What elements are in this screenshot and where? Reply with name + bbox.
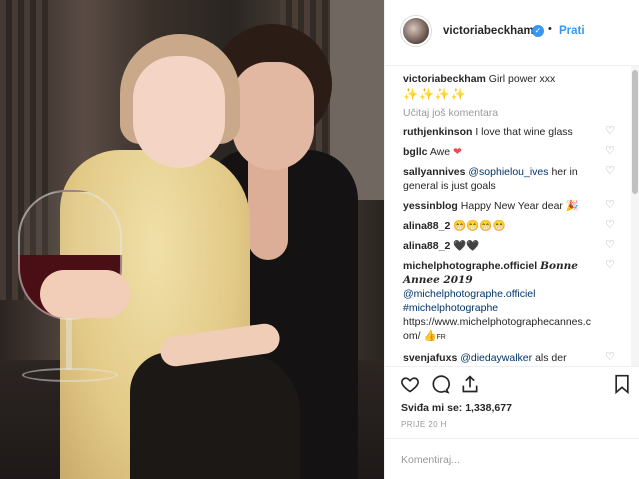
like-comment-heart-icon[interactable]: ♡	[605, 260, 616, 271]
comment: michelphotographe.officiel Bonne Annee 2…	[403, 259, 616, 345]
comment: alina88_2 😁😁😁😁 ♡	[403, 219, 616, 233]
likes-number: 1,338,677	[465, 402, 512, 414]
photo-wine-glass-stem	[66, 318, 72, 370]
photo-girl-face	[133, 56, 225, 168]
comment-username[interactable]: sallyannives	[403, 166, 465, 178]
post-actions	[385, 366, 639, 402]
photo-legs	[130, 352, 300, 479]
like-comment-heart-icon[interactable]: ♡	[605, 220, 616, 231]
comments-list[interactable]: victoriabeckham Girl power xxx ✨✨✨✨ Učit…	[385, 66, 632, 366]
comment-username[interactable]: svenjafuxs	[403, 352, 457, 364]
caption-text: Girl power xxx	[488, 73, 556, 85]
comment: sallyannives @sophielou_ives her in gene…	[403, 165, 616, 193]
header-separator: •	[548, 23, 552, 35]
post-side-panel: victoriabeckham ✓ • Prati victoriabeckha…	[384, 0, 639, 479]
comment-text: Awe	[429, 146, 451, 158]
verified-badge-icon: ✓	[532, 25, 544, 37]
red-heart-emoji: ❤	[453, 146, 462, 158]
photo-woman-face	[232, 62, 314, 170]
comment: bgllc Awe ❤ ♡	[403, 145, 616, 159]
comments-scrollbar-thumb[interactable]	[632, 70, 638, 194]
comment-username[interactable]: alina88_2	[403, 240, 450, 252]
comment-bubble-icon[interactable]	[429, 373, 451, 395]
avatar[interactable]	[401, 16, 431, 46]
post-photo[interactable]	[0, 0, 384, 479]
post-caption: victoriabeckham Girl power xxx ✨✨✨✨	[403, 72, 616, 101]
comment-text: I love that wine glass	[475, 126, 573, 138]
comment-username[interactable]: ruthjenkinson	[403, 126, 472, 138]
post-header: victoriabeckham ✓ • Prati	[385, 0, 639, 66]
caption-username[interactable]: victoriabeckham	[403, 73, 486, 85]
follow-button[interactable]: Prati	[559, 25, 585, 37]
thumbs-up-emoji: 👍	[423, 330, 437, 342]
comment-username[interactable]: yessinblog	[403, 200, 458, 212]
comment-text: Happy New Year dear	[460, 200, 563, 212]
like-comment-heart-icon[interactable]: ♡	[605, 126, 616, 137]
photo-woman-neck	[248, 160, 288, 260]
comment-mention[interactable]: @sophielou_ives	[468, 166, 548, 178]
comment: svenjafuxs @diedaywalker als der Koop!!!…	[403, 351, 616, 366]
add-comment-input[interactable]: Komentiraj...	[401, 454, 460, 466]
like-heart-icon[interactable]	[399, 373, 421, 395]
bookmark-icon[interactable]	[611, 373, 633, 395]
like-comment-heart-icon[interactable]: ♡	[605, 240, 616, 251]
comment: ruthjenkinson I love that wine glass ♡	[403, 125, 616, 139]
instagram-post-view: victoriabeckham ✓ • Prati victoriabeckha…	[0, 0, 639, 479]
header-username[interactable]: victoriabeckham	[443, 25, 534, 37]
photo-hand	[40, 270, 130, 318]
flag-emoji: FR	[436, 334, 446, 341]
party-emoji: 🎉	[565, 200, 579, 212]
comment-mention[interactable]: @diedaywalker	[460, 352, 532, 364]
grin-emojis: 😁😁😁😁	[453, 220, 506, 232]
likes-label: Sviđa mi se:	[401, 402, 463, 414]
comment: alina88_2 🖤🖤 ♡	[403, 239, 616, 253]
comment-hashtag[interactable]: #michelphotographe	[403, 302, 498, 314]
comment-username[interactable]: bgllc	[403, 146, 428, 158]
load-more-comments-button[interactable]: Učitaj još komentara	[403, 107, 616, 119]
add-comment-box[interactable]: Komentiraj...	[385, 438, 639, 479]
share-icon[interactable]	[459, 373, 481, 395]
black-heart-emojis: 🖤🖤	[453, 240, 480, 252]
likes-count[interactable]: Sviđa mi se: 1,338,677	[401, 402, 512, 414]
post-timestamp[interactable]: PRIJE 20 H	[401, 420, 447, 429]
comment: yessinblog Happy New Year dear 🎉 ♡	[403, 199, 616, 213]
comment-username[interactable]: alina88_2	[403, 220, 450, 232]
like-comment-heart-icon[interactable]: ♡	[605, 200, 616, 211]
comment-mention[interactable]: @michelphotographe.officiel	[403, 288, 535, 300]
photo-wine-glass-base	[22, 368, 118, 382]
caption-emojis: ✨✨✨✨	[403, 87, 467, 101]
like-comment-heart-icon[interactable]: ♡	[605, 146, 616, 157]
like-comment-heart-icon[interactable]: ♡	[605, 352, 616, 363]
like-comment-heart-icon[interactable]: ♡	[605, 166, 616, 177]
comment-username[interactable]: michelphotographe.officiel	[403, 260, 537, 272]
